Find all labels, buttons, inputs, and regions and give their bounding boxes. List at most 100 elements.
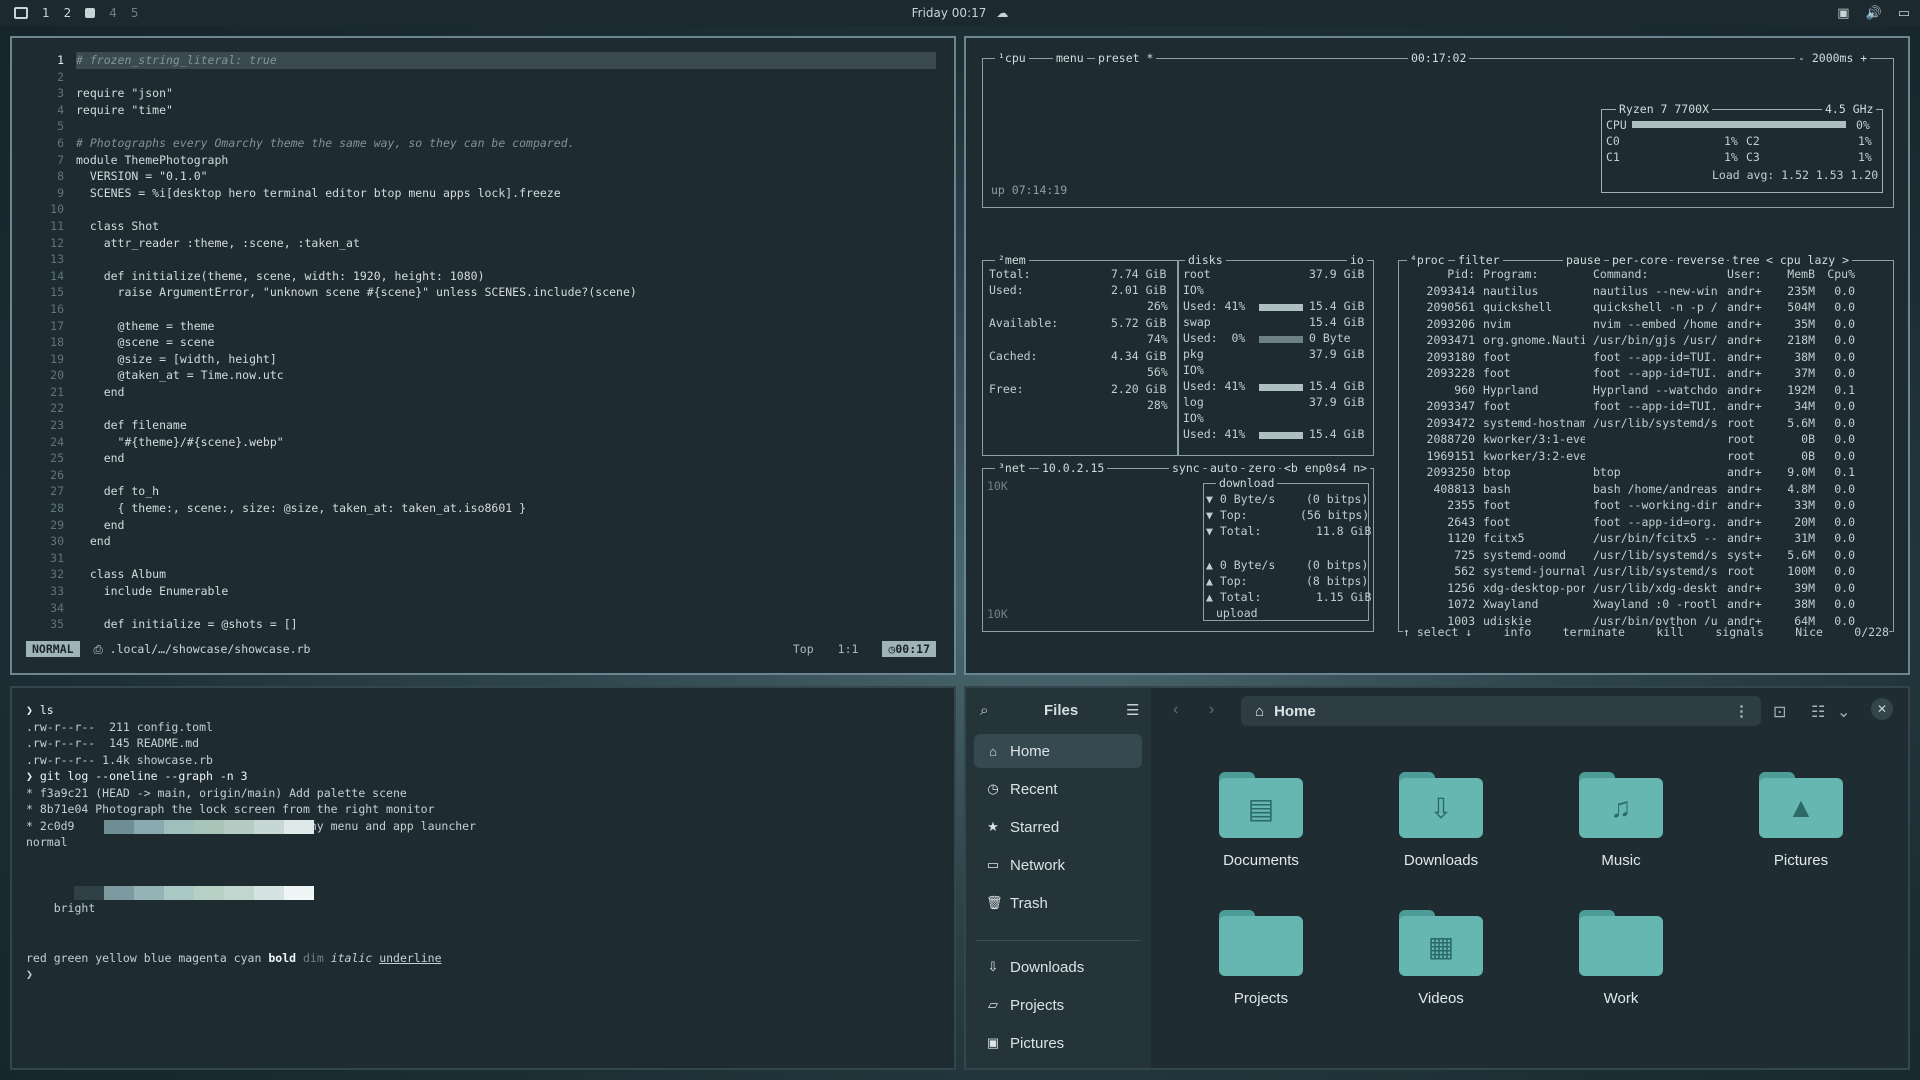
code-line[interactable]: class Album: [76, 566, 936, 583]
proc-header[interactable]: MemB: [1767, 267, 1815, 284]
sidebar-item-trash[interactable]: 🗑 Trash: [974, 886, 1142, 920]
proc-pause[interactable]: pause: [1563, 253, 1604, 267]
folder-work[interactable]: Work: [1561, 910, 1681, 1007]
list-view-icon[interactable]: ☷: [1811, 702, 1825, 722]
code-line[interactable]: @size = [width, height]: [76, 351, 936, 368]
code-line[interactable]: @taken_at = Time.now.utc: [76, 367, 936, 384]
disks-title[interactable]: disks: [1185, 253, 1226, 267]
location-menu-icon[interactable]: ⋮: [1734, 702, 1749, 720]
refresh-rate[interactable]: - 2000ms +: [1795, 51, 1871, 65]
code-line[interactable]: def initialize(theme, scene, width: 1920…: [76, 268, 936, 285]
process-row[interactable]: 1072 Xwayland Xwayland :0 -rootl andr+ 38M 0.…: [1403, 597, 1889, 614]
code-line[interactable]: @theme = theme: [76, 318, 936, 335]
process-row[interactable]: 960 Hyprland Hyprland --watchdo andr+ 192M 0.…: [1403, 383, 1889, 400]
process-row[interactable]: 2090561 quickshell quickshell -n -p / andr+…: [1403, 300, 1889, 317]
sidebar-item-starred[interactable]: ★ Starred: [974, 810, 1142, 844]
sidebar-item-downloads[interactable]: ⇩ Downloads: [974, 950, 1142, 984]
code-line[interactable]: [76, 118, 936, 135]
process-row[interactable]: 562 systemd-journal/usr/lib/systemd/s root…: [1403, 564, 1889, 581]
code-line[interactable]: end: [76, 450, 936, 467]
search-icon[interactable]: ⌕: [980, 702, 988, 719]
folder-videos[interactable]: ▦ Videos: [1381, 910, 1501, 1007]
net-iface[interactable]: <b enp0s4 n>: [1281, 461, 1371, 475]
proc-footer-action[interactable]: ↑ select ↓: [1403, 625, 1472, 639]
code-line[interactable]: [76, 550, 936, 567]
process-row[interactable]: 2093472 systemd-hostnam/usr/lib/systemd/s…: [1403, 416, 1889, 433]
workspace-5[interactable]: 5: [131, 6, 139, 20]
net-auto[interactable]: auto: [1207, 461, 1241, 475]
code-line[interactable]: VERSION = "0.1.0": [76, 168, 936, 185]
code-line[interactable]: SCENES = %i[desktop hero terminal editor…: [76, 185, 936, 202]
proc-header[interactable]: Pid:: [1403, 267, 1475, 284]
folder-music[interactable]: ♫ Music: [1561, 772, 1681, 869]
terminal-window[interactable]: ❯ ls .rw-r--r-- 211 config.toml .rw-r--r--…: [10, 686, 956, 1070]
process-row[interactable]: 2093347 foot foot --app-id=TUI. andr+ 34M 0.0: [1403, 399, 1889, 416]
process-row[interactable]: 2643 foot foot --app-id=org. andr+ 20M 0.0: [1403, 515, 1889, 532]
net-zero[interactable]: zero: [1245, 461, 1279, 475]
folder-documents[interactable]: ▤ Documents: [1201, 772, 1321, 869]
sidebar-item-network[interactable]: ▭ Network: [974, 848, 1142, 882]
proc-filter[interactable]: filter: [1455, 253, 1503, 267]
sidebar-item-home[interactable]: ⌂ Home: [974, 734, 1142, 768]
proc-sort[interactable]: < cpu lazy >: [1763, 253, 1853, 267]
workspace-1[interactable]: 1: [42, 6, 50, 20]
screen-record-icon[interactable]: ▣: [1837, 6, 1849, 21]
sidebar-item-projects[interactable]: ▱ Projects: [974, 988, 1142, 1022]
workspace-3-active[interactable]: [85, 8, 96, 18]
workspace-4[interactable]: 4: [109, 6, 117, 20]
folder-projects[interactable]: Projects: [1201, 910, 1321, 1007]
btop-window[interactable]: ¹cpu menu preset * 00:17:02 - 2000ms + u…: [964, 36, 1910, 675]
cpu-menu[interactable]: menu: [1053, 51, 1087, 65]
code-line[interactable]: class Shot: [76, 218, 936, 235]
proc-tree[interactable]: tree: [1729, 253, 1763, 267]
launcher-icon[interactable]: [14, 7, 28, 19]
code-line[interactable]: [76, 201, 936, 218]
process-row[interactable]: 1256 xdg-desktop-por/usr/lib/xdg-deskt and…: [1403, 581, 1889, 598]
code-line[interactable]: require "time": [76, 102, 936, 119]
proc-reverse[interactable]: reverse: [1673, 253, 1728, 267]
sidebar-item-pictures[interactable]: ▣ Pictures: [974, 1026, 1142, 1060]
process-row[interactable]: 2093250 btop btop andr+ 9.0M 0.1: [1403, 465, 1889, 482]
code-line[interactable]: "#{theme}/#{scene}.webp": [76, 434, 936, 451]
code-line[interactable]: end: [76, 384, 936, 401]
code-line[interactable]: [76, 301, 936, 318]
code-line[interactable]: @scene = scene: [76, 334, 936, 351]
proc-title[interactable]: ⁴proc: [1407, 253, 1448, 267]
code-line[interactable]: module ThemePhotograph: [76, 152, 936, 169]
code-line[interactable]: [76, 251, 936, 268]
code-line[interactable]: end: [76, 533, 936, 550]
net-title[interactable]: ³net: [995, 461, 1029, 475]
process-row[interactable]: 2093206 nvim nvim --embed /home andr+ 35M 0.0: [1403, 317, 1889, 334]
code-line[interactable]: raise ArgumentError, "unknown scene #{sc…: [76, 284, 936, 301]
disks-io[interactable]: io: [1347, 253, 1367, 267]
process-row[interactable]: 2093471 org.gnome.Nauti/usr/bin/gjs /usr/…: [1403, 333, 1889, 350]
mem-title[interactable]: ²mem: [995, 253, 1029, 267]
code-line[interactable]: [76, 467, 936, 484]
view-options-icon[interactable]: ⌄: [1837, 702, 1850, 722]
camera-icon[interactable]: ⊡: [1773, 702, 1786, 722]
location-bar[interactable]: ⌂ Home ⋮: [1241, 696, 1761, 726]
proc-header[interactable]: Program:: [1475, 267, 1585, 284]
code-line[interactable]: def to_h: [76, 483, 936, 500]
code-line[interactable]: [76, 600, 936, 617]
process-row[interactable]: 1120 fcitx5/usr/bin/fcitx5 -- andr+ 31M 0.0: [1403, 531, 1889, 548]
cpu-preset[interactable]: preset *: [1095, 51, 1157, 65]
forward-icon[interactable]: ›: [1209, 701, 1214, 719]
code-line[interactable]: require "json": [76, 85, 936, 102]
close-icon[interactable]: ✕: [1871, 698, 1893, 720]
files-window[interactable]: ⌕ Files ☰ ⌂ Home ◷ Recent ★ Starred ▭ Network 🗑 T…: [964, 686, 1910, 1070]
process-table[interactable]: Pid: Program: Command: User: MemB Cpu% 2093414…: [1403, 267, 1889, 630]
proc-footer-action[interactable]: terminate: [1563, 625, 1625, 639]
code-area[interactable]: # frozen_string_literal: true require "js…: [76, 52, 936, 633]
folder-pictures[interactable]: ▲ Pictures: [1741, 772, 1861, 869]
display-icon[interactable]: ▭: [1898, 6, 1910, 21]
cpu-title[interactable]: ¹cpu: [995, 51, 1029, 65]
code-line[interactable]: [76, 69, 936, 86]
code-line[interactable]: [76, 400, 936, 417]
proc-header[interactable]: Command:: [1585, 267, 1719, 284]
menu-icon[interactable]: ☰: [1126, 701, 1139, 719]
code-line[interactable]: include Enumerable: [76, 583, 936, 600]
back-icon[interactable]: ‹: [1173, 701, 1178, 719]
process-row[interactable]: 2093180 foot foot --app-id=TUI. andr+ 38M 0.0: [1403, 350, 1889, 367]
process-row[interactable]: 2088720 kworker/3:1-even root 0B 0.0: [1403, 432, 1889, 449]
